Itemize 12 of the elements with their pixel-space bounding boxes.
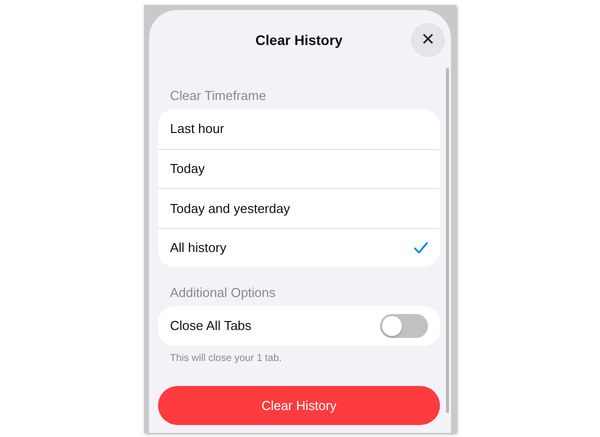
timeframe-option[interactable]: Today	[158, 148, 440, 188]
timeframe-option[interactable]: All history	[158, 228, 440, 267]
close-button[interactable]: ✕	[411, 23, 445, 57]
toggle-switch[interactable]	[380, 314, 428, 338]
section-heading: Additional Options	[169, 284, 277, 302]
option-label: Close All Tabs	[170, 318, 252, 334]
timeframe-option[interactable]: Last hour	[158, 109, 440, 148]
option-note: This will close your 1 tab.	[169, 352, 283, 364]
section-heading: Clear Timeframe	[169, 87, 268, 105]
timeframe-option[interactable]: Today and yesterday	[158, 188, 440, 228]
sheet-title: Clear History	[255, 32, 343, 48]
clear-history-button[interactable]: Clear History	[158, 386, 440, 424]
